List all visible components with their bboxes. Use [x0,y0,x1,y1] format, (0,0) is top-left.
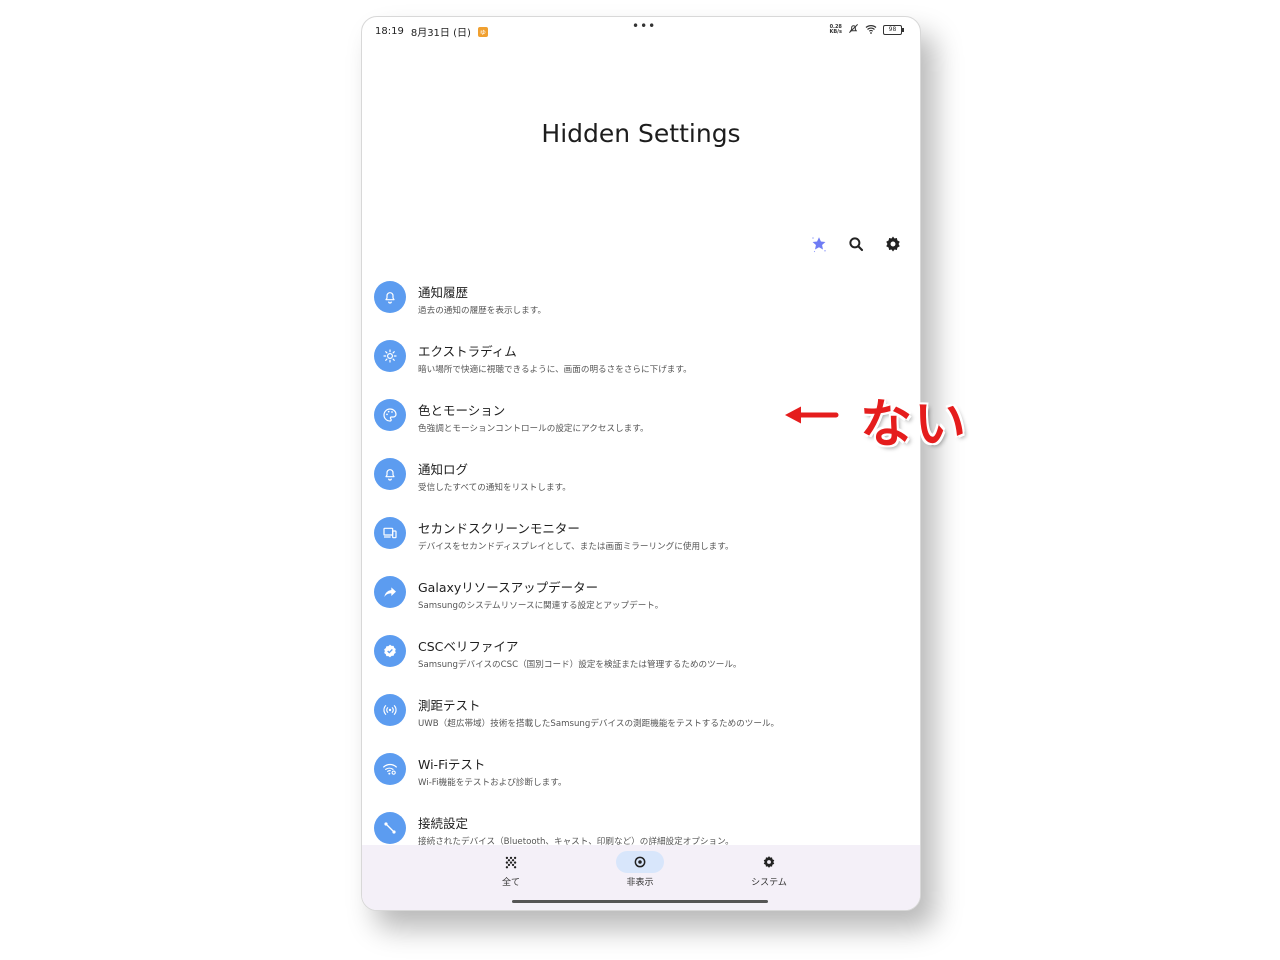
list-item-notification-log[interactable]: 通知ログ 受信したすべての通知をリストします。 [362,452,920,511]
list-item-title: 測距テスト [418,698,481,713]
wifi-settings-icon [374,753,406,785]
grid-dots-icon [487,851,535,873]
gear-icon[interactable] [884,235,902,253]
mute-bell-icon [848,23,859,37]
list-item-title: 通知ログ [418,462,469,477]
list-item-subtitle: SamsungデバイスのCSC（国別コード）設定を検証または管理するためのツール… [418,660,742,670]
status-left: 18:19 8月31日 (日) ゅ [375,24,488,39]
notification-app-icon: ゅ [477,26,488,37]
status-time: 18:19 [375,26,404,37]
star-sparkle-icon[interactable] [810,235,828,253]
list-item-galaxy-resource-updater[interactable]: Galaxyリソースアップデーター Samsungのシステムリソースに関連する設… [362,570,920,629]
list-item-subtitle: デバイスをセカンドディスプレイとして、または画面ミラーリングに使用します。 [418,542,734,552]
radar-icon [374,694,406,726]
list-item-csc-verifier[interactable]: CSCベリファイア SamsungデバイスのCSC（国別コード）設定を検証または… [362,629,920,688]
share-arrow-icon [374,576,406,608]
wifi-status-icon [865,24,877,37]
list-item-subtitle: Wi-Fi機能をテストおよび診断します。 [418,778,567,788]
target-icon [616,851,664,873]
tab-label: システム [751,878,787,888]
list-item-title: CSCベリファイア [418,639,519,654]
gear-icon [745,851,793,873]
list-item-notification-history[interactable]: 通知履歴 過去の通知の履歴を表示します。 [362,275,920,334]
tablet-screen: 18:19 8月31日 (日) ゅ ••• 0.28 KB/s 98 Hidde… [361,16,921,911]
list-item-title: Wi-Fiテスト [418,757,486,772]
more-dots[interactable]: ••• [632,19,656,33]
net-speed-unit: KB/s [829,29,843,35]
list-item-wifi-test[interactable]: Wi-Fiテスト Wi-Fi機能をテストおよび診断します。 [362,747,920,806]
sun-icon [374,340,406,372]
devices-icon [374,517,406,549]
list-item-title: エクストラディム [418,344,517,359]
tab-label: 全て [501,878,520,888]
list-item-second-screen[interactable]: セカンドスクリーンモニター デバイスをセカンドディスプレイとして、または画面ミラ… [362,511,920,570]
list-item-ranging-test[interactable]: 測距テスト UWB（超広帯域）技術を搭載したSamsungデバイスの測距機能をテ… [362,688,920,747]
bell-icon [374,458,406,490]
tab-all[interactable]: 全て [466,851,556,888]
verified-badge-icon [374,635,406,667]
search-icon[interactable] [847,235,865,253]
list-item-subtitle: 色強調とモーションコントロールの設定にアクセスします。 [418,424,649,434]
bottom-navigation: 全て 非表示 システム [362,845,920,910]
status-right: 0.28 KB/s 98 [830,23,904,37]
status-bar: 18:19 8月31日 (日) ゅ ••• 0.28 KB/s 98 [362,17,920,43]
battery-icon: 98 [883,25,904,35]
list-item-title: セカンドスクリーンモニター [418,521,580,536]
list-item-title: 通知履歴 [418,285,469,300]
list-item-subtitle: 暗い場所で快適に視聴できるように、画面の明るさをさらに下げます。 [418,365,692,375]
net-speed: 0.28 KB/s [830,25,843,35]
tab-hidden[interactable]: 非表示 [595,851,685,888]
connection-icon [374,812,406,844]
list-item-subtitle: Samsungのシステムリソースに関連する設定とアップデート。 [418,601,664,611]
list-item-title: 色とモーション [418,403,506,418]
list-item-title: Galaxyリソースアップデーター [418,580,599,595]
home-indicator[interactable] [512,900,768,903]
tab-label: 非表示 [626,878,654,888]
annotation-arrow-icon [780,400,842,430]
status-date: 8月31日 (日) [410,28,471,39]
list-item-subtitle: UWB（超広帯域）技術を搭載したSamsungデバイスの測距機能をテストするため… [418,719,780,729]
list-item-title: 接続設定 [418,816,469,831]
bell-icon [374,281,406,313]
annotation-label: ない [860,395,969,455]
palette-icon [374,399,406,431]
list-item-subtitle: 受信したすべての通知をリストします。 [418,483,571,493]
tab-system[interactable]: システム [724,851,814,888]
list-item-extra-dim[interactable]: エクストラディム 暗い場所で快適に視聴できるように、画面の明るさをさらに下げます… [362,334,920,393]
page-title: Hidden Settings [541,119,741,148]
list-item-subtitle: 過去の通知の履歴を表示します。 [418,306,547,316]
